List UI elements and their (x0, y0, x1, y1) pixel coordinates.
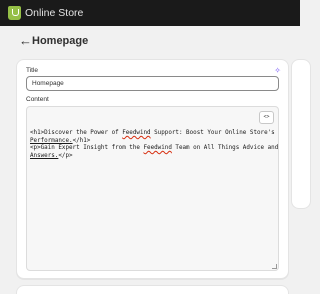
content-editor[interactable]: <> <h1>Discover the Power of Feedwind Su… (26, 106, 279, 271)
code-toggle-button[interactable]: <> (259, 111, 274, 124)
page-header: ← Homepage (16, 32, 216, 52)
top-bar: Online Store (0, 0, 300, 26)
next-card (16, 285, 289, 294)
page-title: Homepage (32, 35, 89, 47)
title-input[interactable] (26, 76, 279, 91)
title-label: Title (26, 67, 39, 74)
sparkle-icon[interactable]: ✧ (274, 66, 281, 76)
code-line: Answers.</p> (30, 152, 73, 159)
html-code[interactable]: <h1>Discover the Power of Feedwind Suppo… (30, 130, 279, 160)
code-line: <p>Gain Expert Insight from the Feedwind… (30, 145, 279, 152)
page-form-card: Title ✧ Content <> <h1>Discover the Powe… (16, 59, 289, 279)
content-label: Content (26, 96, 49, 103)
shopify-bag-icon (8, 6, 21, 20)
side-card (291, 59, 311, 209)
resize-handle[interactable] (272, 264, 277, 269)
store-name: Online Store (25, 7, 84, 19)
code-line: <h1>Discover the Power of Feedwind Suppo… (30, 130, 275, 136)
code-line: Performance.</h1> (30, 137, 91, 144)
arrow-left-icon[interactable]: ← (19, 32, 32, 50)
